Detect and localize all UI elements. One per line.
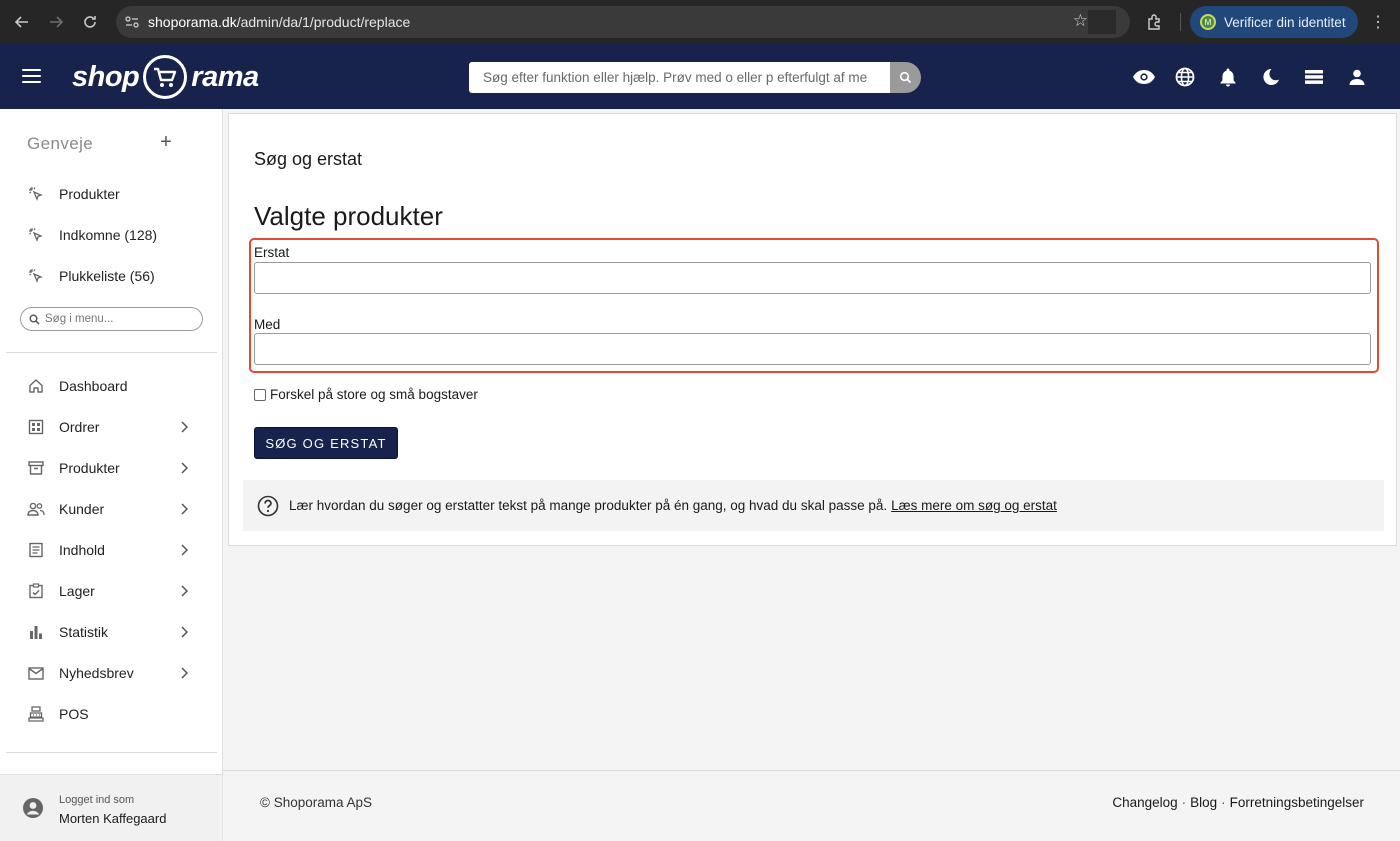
address-bar-extension-slot [1088, 10, 1116, 34]
sidebar-item-ordrer[interactable]: Ordrer [0, 409, 222, 445]
site-settings-icon[interactable] [116, 15, 148, 29]
replace-input[interactable] [254, 262, 1371, 294]
shortcut-plukkeliste[interactable]: Plukkeliste (56) [0, 258, 222, 294]
address-bar[interactable]: shoporama.dk/admin/da/1/product/replace … [116, 6, 1130, 38]
globe-icon[interactable] [1172, 64, 1198, 90]
page-title: Søg og erstat [254, 149, 363, 169]
help-box: Lær hvordan du søger og erstatter tekst … [243, 480, 1384, 531]
register-icon [27, 705, 45, 723]
sparkle-cursor-icon [27, 226, 45, 244]
verify-identity-button[interactable]: M Verificer din identitet [1190, 6, 1358, 38]
sidebar-divider [6, 352, 217, 353]
chevron-right-icon [180, 666, 189, 684]
document-icon [27, 541, 45, 559]
chevron-right-icon [180, 584, 189, 602]
sidebar: Genveje + Produkter Indkomne (128) Plukk… [0, 109, 223, 841]
home-icon [27, 377, 45, 395]
search-icon [29, 314, 40, 325]
case-sensitive-label: Forskel på store og små bogstaver [270, 387, 478, 402]
browser-toolbar: shoporama.dk/admin/da/1/product/replace … [0, 0, 1400, 44]
with-label: Med [254, 317, 281, 332]
changelog-link[interactable]: Changelog [1112, 795, 1177, 810]
help-circle-icon [257, 495, 279, 517]
account-circle-icon[interactable] [22, 797, 44, 819]
people-icon [27, 500, 45, 518]
bookmark-star-icon[interactable]: ☆ [1073, 11, 1088, 31]
shortcut-indkomne[interactable]: Indkomne (128) [0, 217, 222, 253]
eye-icon[interactable] [1131, 64, 1157, 90]
browser-menu-icon[interactable]: ⋮ [1368, 8, 1388, 36]
login-name: Morten Kaffegaard [59, 811, 167, 826]
mail-icon [27, 664, 45, 682]
sidebar-item-pos[interactable]: POS [0, 696, 222, 732]
bell-icon[interactable] [1215, 64, 1241, 90]
footer: © Shoporama ApS Changelog · Blog · Forre… [223, 770, 1400, 841]
case-sensitive-checkbox[interactable] [254, 388, 266, 401]
help-text: Lær hvordan du søger og erstatter tekst … [289, 498, 888, 513]
bar-chart-icon [27, 623, 45, 641]
search-replace-button[interactable]: SØG OG ERSTAT [254, 427, 398, 459]
sidebar-divider [6, 752, 217, 753]
learn-more-link[interactable]: Læs mere om søg og erstat [891, 498, 1057, 513]
add-shortcut-button[interactable]: + [158, 131, 174, 154]
menu-search-input[interactable] [45, 313, 195, 325]
verify-identity-label: Verificer din identitet [1224, 14, 1346, 30]
url-text: shoporama.dk/admin/da/1/product/replace [148, 14, 411, 30]
sidebar-item-produkter[interactable]: Produkter [0, 450, 222, 486]
sidebar-item-lager[interactable]: Lager [0, 573, 222, 609]
login-caption: Logget ind som [59, 794, 135, 806]
replace-label: Erstat [254, 245, 290, 260]
chevron-right-icon [180, 625, 189, 643]
footer-separator: · [1181, 795, 1187, 810]
chevron-right-icon [180, 502, 189, 520]
chevron-right-icon [180, 543, 189, 561]
forward-icon[interactable] [39, 7, 73, 37]
profile-avatar: M [1200, 14, 1216, 30]
search-icon [899, 71, 912, 84]
menu-search [20, 307, 203, 331]
sidebar-item-nyhedsbrev[interactable]: Nyhedsbrev [0, 655, 222, 691]
copyright: © Shoporama ApS [260, 795, 373, 810]
chevron-right-icon [180, 420, 189, 438]
sidebar-item-statistik[interactable]: Statistik [0, 614, 222, 650]
shortcuts-title: Genveje [27, 134, 94, 153]
back-icon[interactable] [5, 7, 39, 37]
global-search [469, 62, 921, 93]
with-input[interactable] [254, 333, 1371, 365]
shoporama-logo[interactable]: shop rama [72, 55, 259, 99]
section-title: Valgte produkter [254, 201, 443, 231]
app-header: shop rama [0, 44, 1400, 109]
stack-icon[interactable] [1301, 64, 1327, 90]
footer-separator: · [1221, 795, 1226, 810]
sidebar-item-kunder[interactable]: Kunder [0, 491, 222, 527]
search-replace-card: Søg og erstat Valgte produkter Erstat Me… [228, 113, 1397, 546]
clipboard-check-icon [27, 582, 45, 600]
sparkle-cursor-icon [27, 267, 45, 285]
reload-icon[interactable] [73, 7, 107, 37]
case-sensitive-row[interactable]: Forskel på store og små bogstaver [254, 387, 478, 402]
terms-link[interactable]: Forretningsbetingelser [1230, 795, 1364, 810]
footer-links: Changelog · Blog · Forretningsbetingelse… [1112, 795, 1364, 810]
search-button[interactable] [890, 62, 921, 93]
user-icon[interactable] [1344, 64, 1370, 90]
archive-icon [27, 459, 45, 477]
grid-icon [27, 418, 45, 436]
logged-in-user: Logget ind som Morten Kaffegaard [0, 774, 222, 841]
blog-link[interactable]: Blog [1190, 795, 1217, 810]
shortcut-produkter[interactable]: Produkter [0, 176, 222, 212]
cart-logo-icon [143, 55, 188, 99]
menu-toggle-icon[interactable] [22, 69, 41, 83]
sidebar-item-indhold[interactable]: Indhold [0, 532, 222, 568]
moon-icon[interactable] [1258, 64, 1284, 90]
global-search-input[interactable] [469, 62, 890, 93]
extensions-icon[interactable] [1140, 7, 1170, 37]
toolbar-separator [1180, 13, 1181, 31]
sparkle-cursor-icon [27, 185, 45, 203]
sidebar-item-dashboard[interactable]: Dashboard [0, 368, 222, 404]
chevron-right-icon [180, 461, 189, 479]
